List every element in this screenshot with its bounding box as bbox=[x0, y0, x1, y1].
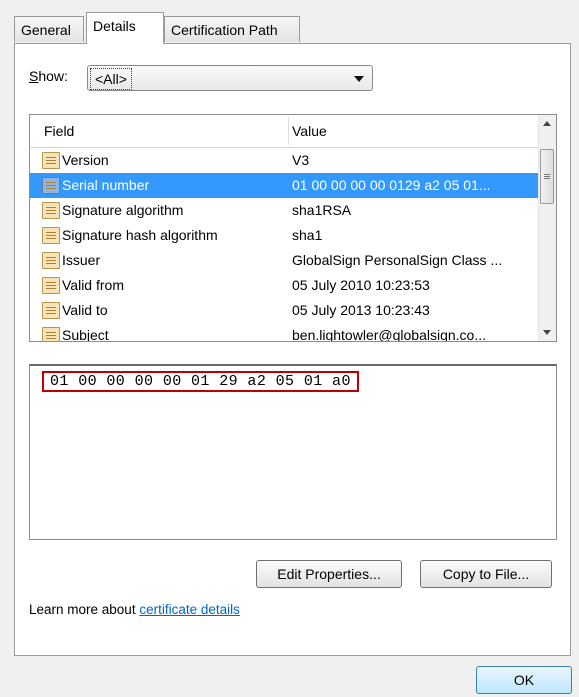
ok-button[interactable]: OK bbox=[476, 666, 572, 694]
certificate-field-icon bbox=[42, 202, 60, 219]
field-name: Version bbox=[62, 152, 109, 168]
column-header-value[interactable]: Value bbox=[292, 123, 327, 139]
show-dropdown[interactable]: <All> bbox=[87, 65, 373, 91]
column-header-field[interactable]: Field bbox=[44, 123, 74, 139]
certificate-field-icon bbox=[42, 302, 60, 319]
list-item[interactable]: Signature hash algorithm sha1 bbox=[30, 223, 540, 248]
field-name: Issuer bbox=[62, 252, 101, 268]
list-item[interactable]: Serial number 01 00 00 00 00 0129 a2 05 0… bbox=[30, 173, 540, 198]
certificate-field-icon bbox=[42, 252, 60, 269]
field-name: Serial number bbox=[62, 177, 150, 193]
field-list[interactable]: Field Value Version V3 Serial number 01 00 … bbox=[29, 114, 557, 342]
serial-number-value: 01 00 00 00 00 01 29 a2 05 01 a0 bbox=[42, 371, 359, 392]
scroll-down-icon[interactable] bbox=[539, 324, 556, 341]
tab-general[interactable]: General bbox=[14, 16, 84, 42]
field-name: Valid from bbox=[62, 277, 124, 293]
list-item[interactable]: Signature algorithm sha1RSA bbox=[30, 198, 540, 223]
certificate-details-link[interactable]: certificate details bbox=[139, 602, 240, 617]
tab-certification-path[interactable]: Certification Path bbox=[164, 16, 300, 42]
certificate-field-icon bbox=[42, 327, 60, 341]
field-name: Signature hash algorithm bbox=[62, 227, 218, 243]
details-panel: Show: <All> Field Value Version V3 Serial … bbox=[14, 43, 571, 656]
field-value: 05 July 2013 10:23:43 bbox=[292, 302, 430, 318]
certificate-field-icon bbox=[42, 277, 60, 294]
list-item[interactable]: Valid from 05 July 2010 10:23:53 bbox=[30, 273, 540, 298]
vertical-scrollbar[interactable] bbox=[538, 115, 556, 341]
field-name: Subject bbox=[62, 327, 109, 342]
show-label: Show: bbox=[29, 68, 68, 84]
list-item[interactable]: Version V3 bbox=[30, 148, 540, 173]
field-value: GlobalSign PersonalSign Class ... bbox=[292, 252, 503, 268]
list-header: Field Value bbox=[30, 115, 540, 148]
column-divider[interactable] bbox=[288, 117, 289, 145]
field-value: sha1RSA bbox=[292, 202, 352, 218]
list-item[interactable]: Subject ben.lightowler@globalsign.co... bbox=[30, 323, 540, 342]
certificate-field-icon bbox=[42, 177, 60, 194]
field-value-box[interactable]: 01 00 00 00 00 01 29 a2 05 01 a0 bbox=[29, 364, 557, 540]
field-value: V3 bbox=[292, 152, 310, 168]
list-item[interactable]: Valid to 05 July 2013 10:23:43 bbox=[30, 298, 540, 323]
list-item[interactable]: Issuer GlobalSign PersonalSign Class ... bbox=[30, 248, 540, 273]
field-name: Valid to bbox=[62, 302, 108, 318]
field-name: Signature algorithm bbox=[62, 202, 184, 218]
certificate-field-icon bbox=[42, 227, 60, 244]
chevron-down-icon bbox=[354, 76, 364, 82]
scroll-up-icon[interactable] bbox=[539, 115, 556, 132]
certificate-field-icon bbox=[42, 152, 60, 169]
field-value: 01 00 00 00 00 0129 a2 05 01... bbox=[292, 177, 491, 193]
edit-properties-button[interactable]: Edit Properties... bbox=[256, 560, 402, 588]
copy-to-file-button[interactable]: Copy to File... bbox=[420, 560, 552, 588]
scrollbar-thumb[interactable] bbox=[540, 149, 554, 204]
field-value: 05 July 2010 10:23:53 bbox=[292, 277, 430, 293]
tab-details[interactable]: Details bbox=[86, 12, 164, 44]
field-value: ben.lightowler@globalsign.co... bbox=[292, 327, 486, 342]
learn-more-text: Learn more about certificate details bbox=[29, 602, 240, 617]
field-value: sha1 bbox=[292, 227, 323, 243]
show-dropdown-value: <All> bbox=[90, 68, 132, 90]
